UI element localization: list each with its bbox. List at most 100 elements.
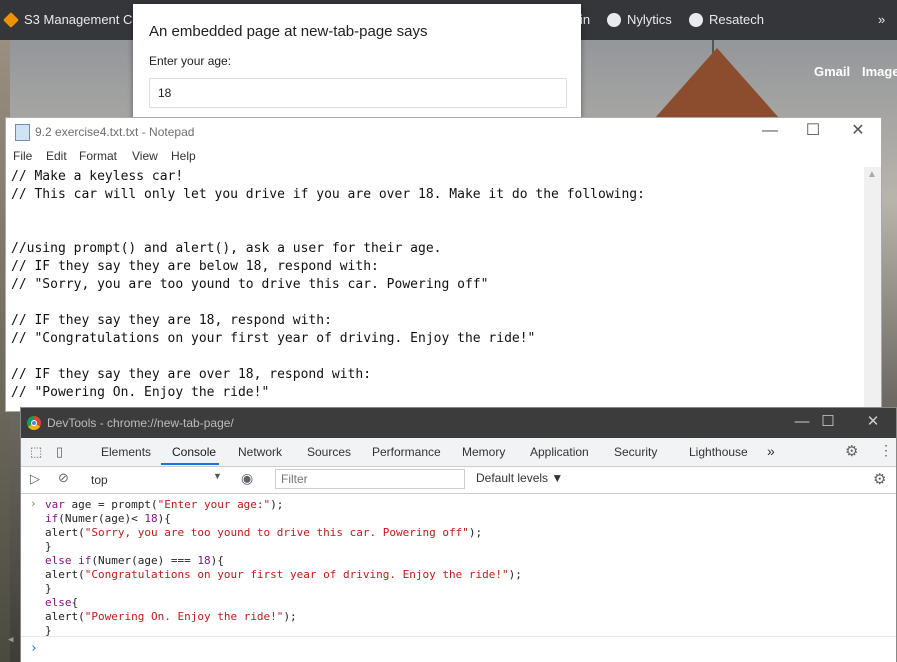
images-link[interactable]: Image <box>862 64 897 79</box>
maximize-button[interactable]: ☐ <box>805 408 851 438</box>
settings-gear-icon[interactable]: ⚙ <box>845 442 858 460</box>
show-sidebar-icon[interactable]: ▷ <box>30 471 40 487</box>
code-token: ); <box>283 610 297 623</box>
tab-network[interactable]: Network <box>238 445 282 459</box>
console-code-line: else if(Numer(age) === 18){ <box>45 554 522 568</box>
devtools-title: DevTools - chrome://new-tab-page/ <box>47 416 234 430</box>
console-input-prompt-icon[interactable]: › <box>30 642 38 656</box>
console-code-line: alert("Sorry, you are too yound to drive… <box>45 526 522 540</box>
aws-icon <box>3 11 19 28</box>
notepad-menubar: File Edit Format View Help <box>6 146 881 167</box>
tab-elements[interactable]: Elements <box>101 445 151 459</box>
tab-application[interactable]: Application <box>530 445 589 459</box>
inspect-element-icon[interactable]: ⬚ <box>30 444 42 460</box>
tab-memory[interactable]: Memory <box>462 445 505 459</box>
bookmark-partial[interactable]: in <box>580 12 590 27</box>
tab-performance[interactable]: Performance <box>372 445 441 459</box>
notepad-text-area[interactable]: // Make a keyless car! // This car will o… <box>11 168 861 408</box>
console-code-line: else{ <box>45 596 522 610</box>
notepad-line <box>11 222 861 240</box>
bookmark-nylytics[interactable]: Nylytics <box>607 12 672 27</box>
active-tab-indicator <box>161 463 219 465</box>
prompt-dialog: An embedded page at new-tab-page says En… <box>133 4 581 122</box>
notepad-line: // This car will only let you drive if y… <box>11 187 645 202</box>
maximize-button[interactable]: ☐ <box>790 118 836 146</box>
bookmark-resatech[interactable]: Resatech <box>689 12 764 27</box>
bookmarks-overflow-button[interactable]: » <box>878 12 885 27</box>
menu-view[interactable]: View <box>132 149 158 163</box>
tab-console[interactable]: Console <box>172 445 216 459</box>
tab-lighthouse[interactable]: Lighthouse <box>689 445 748 459</box>
devtools-window: DevTools - chrome://new-tab-page/ — ☐ ✕ … <box>8 407 897 662</box>
code-token: } <box>45 582 52 595</box>
code-token: age = prompt( <box>64 498 158 511</box>
globe-icon <box>689 12 703 27</box>
chrome-icon <box>27 416 41 430</box>
console-code-line: alert("Congratulations on your first yea… <box>45 568 522 582</box>
scroll-up-icon[interactable]: ▲ <box>867 169 877 180</box>
menu-edit[interactable]: Edit <box>46 149 67 163</box>
code-token: { <box>71 596 79 609</box>
close-button[interactable]: ✕ <box>835 118 881 146</box>
clear-console-icon[interactable]: ⊘ <box>58 470 69 486</box>
code-token: else <box>45 596 72 609</box>
bookmark-label: Resatech <box>709 12 764 27</box>
code-token: "Powering On. Enjoy the ride!" <box>84 610 284 623</box>
code-token: "Sorry, you are too yound to drive this … <box>84 526 469 539</box>
log-levels-dropdown[interactable]: Default levels ▼ <box>476 471 563 485</box>
prompt-input[interactable]: 18 <box>149 78 567 108</box>
console-settings-gear-icon[interactable]: ⚙ <box>873 470 886 488</box>
notepad-title: 9.2 exercise4.txt.txt - Notepad <box>35 125 195 139</box>
code-token: ); <box>508 568 522 581</box>
code-token: var <box>45 498 65 511</box>
prompt-title: An embedded page at new-tab-page says <box>149 23 428 40</box>
tab-sources[interactable]: Sources <box>307 445 351 459</box>
notepad-line <box>11 204 861 222</box>
console-output[interactable]: › var age = prompt("Enter your age:"); if… <box>8 494 896 662</box>
notepad-line: // IF they say they are below 18, respon… <box>11 259 379 274</box>
console-code-line: var age = prompt("Enter your age:"); <box>45 498 522 512</box>
code-token: "Enter your age:" <box>157 498 271 511</box>
filter-input[interactable] <box>275 469 465 489</box>
code-token: } <box>45 540 52 553</box>
console-toolbar: ▷ ⊘ top ▼ ◉ Default levels ▼ ⚙ <box>21 467 896 494</box>
context-select[interactable]: top <box>91 471 221 489</box>
console-code-line: } <box>45 582 522 596</box>
notepad-line: // IF they say they are over 18, respond… <box>11 367 372 382</box>
menu-help[interactable]: Help <box>171 149 196 163</box>
bookmark-label: in <box>580 12 591 27</box>
live-expression-eye-icon[interactable]: ◉ <box>241 470 253 487</box>
globe-icon <box>607 12 621 27</box>
minimize-button[interactable]: — <box>747 118 793 146</box>
devtools-titlebar[interactable]: DevTools - chrome://new-tab-page/ — ☐ ✕ <box>21 408 896 438</box>
console-divider <box>21 636 896 637</box>
tab-security[interactable]: Security <box>614 445 657 459</box>
console-code-line: } <box>45 540 522 554</box>
notepad-line <box>11 348 861 366</box>
code-token: else if <box>45 554 92 567</box>
code-token: ){ <box>210 554 224 567</box>
notepad-line <box>11 294 861 312</box>
devtools-tabbar: ⬚ ▯ Elements Console Network Sources Per… <box>21 438 896 467</box>
code-token: ); <box>270 498 284 511</box>
console-code-block: var age = prompt("Enter your age:"); if(N… <box>45 498 522 638</box>
menu-format[interactable]: Format <box>79 149 117 163</box>
device-toolbar-icon[interactable]: ▯ <box>56 444 63 460</box>
more-options-icon[interactable]: ⋮ <box>879 442 893 459</box>
more-tabs-button[interactable]: » <box>767 443 775 459</box>
code-token: alert( <box>45 568 85 581</box>
notepad-icon <box>15 124 30 141</box>
bookmark-s3[interactable]: S3 Management Co... <box>3 11 150 28</box>
menu-file[interactable]: File <box>13 149 32 163</box>
chevron-right-icon: › <box>30 497 37 510</box>
code-token: alert( <box>45 610 85 623</box>
notepad-titlebar[interactable]: 9.2 exercise4.txt.txt - Notepad — ☐ ✕ <box>6 118 881 146</box>
close-button[interactable]: ✕ <box>850 408 896 438</box>
gmail-link[interactable]: Gmail <box>814 64 850 79</box>
scroll-left-icon[interactable]: ◀ <box>8 633 13 647</box>
chevron-down-icon[interactable]: ▼ <box>213 471 222 481</box>
code-token: ){ <box>157 512 171 525</box>
notepad-scrollbar[interactable]: ▲ <box>864 167 881 411</box>
notepad-line: // IF they say they are 18, respond with… <box>11 313 332 328</box>
prompt-label: Enter your age: <box>149 54 232 68</box>
